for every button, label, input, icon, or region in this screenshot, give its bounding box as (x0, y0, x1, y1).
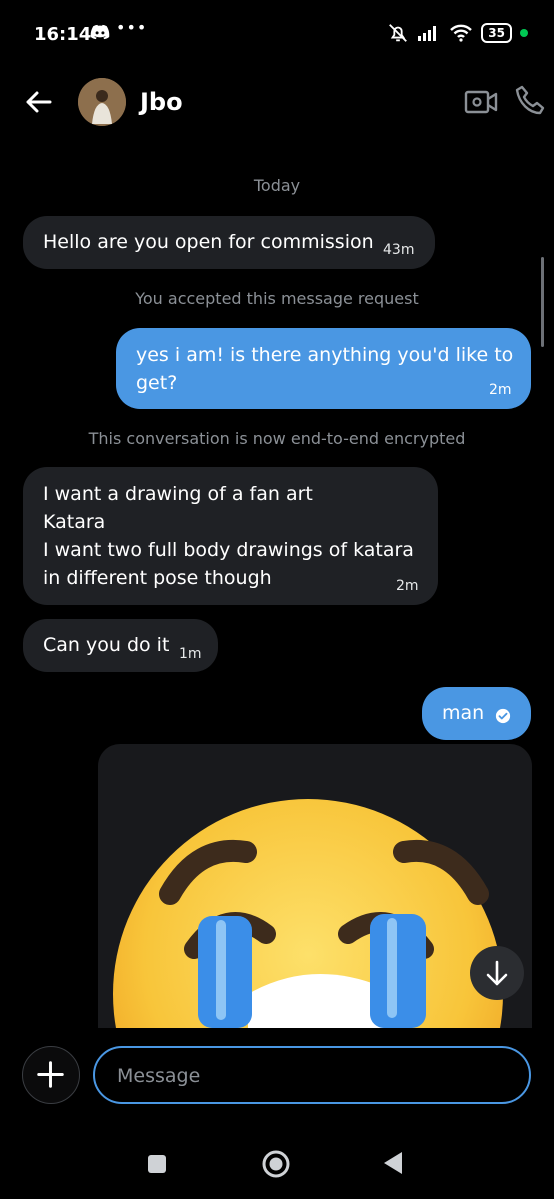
incoming-message[interactable]: Can you do it 1m (23, 619, 218, 672)
home-button[interactable] (261, 1149, 291, 1179)
message-time: 1m (179, 646, 202, 662)
avatar-image (78, 78, 126, 126)
system-message: You accepted this message request (135, 289, 419, 308)
mute-bell-icon (389, 24, 408, 42)
wifi-icon (450, 24, 473, 42)
message-text-line: I want two full body drawings of katara (43, 539, 414, 561)
status-indicators: 35 (387, 22, 528, 44)
back-arrow-icon[interactable] (22, 86, 54, 118)
message-time: 2m (489, 382, 512, 398)
message-text: Can you do it (43, 634, 170, 656)
crying-face-emoji-image (113, 799, 503, 1028)
outgoing-message[interactable]: yes i am! is there anything you'd like t… (116, 328, 531, 409)
signal-icon (418, 26, 437, 41)
message-text: man (442, 702, 485, 724)
date-separator: Today (253, 176, 301, 195)
message-text-line: I want a drawing of a fan art (43, 483, 313, 505)
phone-call-icon[interactable] (514, 84, 548, 118)
video-call-icon[interactable] (464, 86, 498, 118)
add-attachment-button[interactable] (22, 1046, 80, 1104)
message-input[interactable]: Message (93, 1046, 531, 1104)
seen-check-icon (495, 708, 511, 724)
message-time: 2m (396, 578, 419, 594)
incoming-message[interactable]: I want a drawing of a fan art Katara I w… (23, 467, 438, 605)
message-text-line: get? (136, 372, 178, 394)
incoming-message[interactable]: Hello are you open for commission 43m (23, 216, 435, 269)
status-more-dots: ••• (116, 18, 148, 37)
message-text-line: in different pose though (43, 567, 272, 589)
message-input-placeholder: Message (117, 1065, 201, 1087)
discord-icon (90, 24, 110, 40)
arrow-down-icon (486, 960, 508, 986)
status-time: 16:14 (34, 24, 92, 45)
message-text-line: yes i am! is there anything you'd like t… (136, 344, 514, 366)
recent-apps-button[interactable] (148, 1155, 166, 1173)
message-text: Hello are you open for commission (43, 231, 374, 253)
plus-icon (37, 1061, 64, 1088)
privacy-indicator-dot (520, 29, 528, 37)
system-message: This conversation is now end-to-end encr… (88, 429, 466, 448)
battery-indicator: 35 (481, 23, 512, 43)
image-message[interactable] (98, 744, 532, 1028)
message-time: 43m (383, 242, 415, 258)
outgoing-message[interactable]: man (422, 687, 531, 740)
message-text-line: Katara (43, 511, 106, 533)
contact-avatar[interactable] (78, 78, 126, 126)
contact-name[interactable]: Jbo (140, 88, 183, 116)
scroll-to-bottom-button[interactable] (470, 946, 524, 1000)
nav-back-button[interactable] (382, 1150, 404, 1176)
